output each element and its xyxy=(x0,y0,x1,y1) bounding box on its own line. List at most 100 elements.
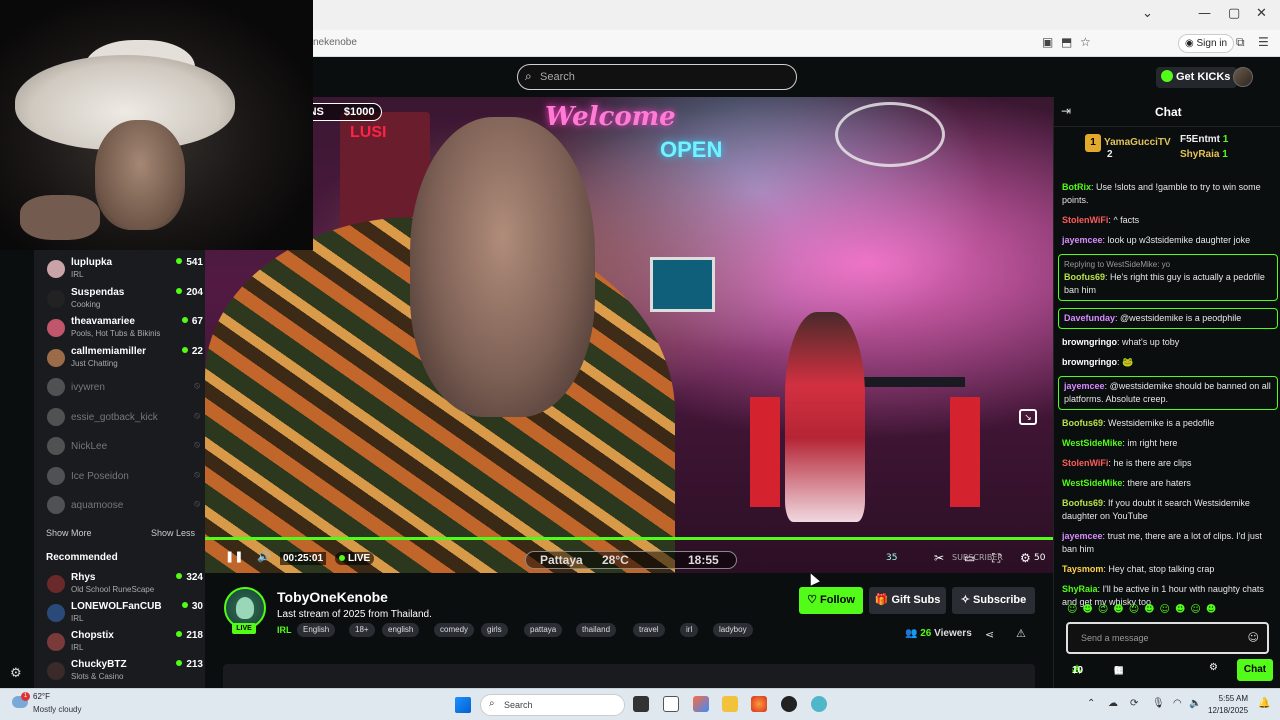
settings-gear-icon[interactable]: ⚙ xyxy=(10,666,22,681)
chat-username[interactable]: BotRix xyxy=(1062,182,1091,192)
bookmark-star-icon[interactable]: ☆ xyxy=(1080,35,1091,49)
report-warning-icon[interactable]: ⚠ xyxy=(1016,627,1026,640)
maximize-button[interactable]: ▢ xyxy=(1228,6,1240,21)
stream-progress-bar[interactable] xyxy=(205,537,1053,540)
chat-username[interactable]: Boofus69 xyxy=(1062,498,1103,508)
pause-icon[interactable]: ❚❚ xyxy=(225,550,243,563)
recommended-channel[interactable]: Chopstix IRL 218 xyxy=(45,630,203,658)
recommended-channel[interactable]: Rhys Old School RuneScape 324 xyxy=(45,572,203,600)
share-icon[interactable]: ⋖ xyxy=(985,628,994,641)
stream-tag[interactable]: ladyboy xyxy=(713,623,753,637)
player-settings-icon[interactable]: ⚙ xyxy=(1020,551,1031,565)
stream-tag[interactable]: girls xyxy=(481,623,508,637)
emote-bar[interactable]: ☺☻☺☻☺☻☺☻☺☻ xyxy=(1067,604,1272,618)
stream-tag[interactable]: thailand xyxy=(576,623,617,637)
extensions-icon[interactable]: ⧉ xyxy=(1236,35,1245,50)
stream-category[interactable]: IRL xyxy=(277,625,292,635)
minimize-button[interactable]: — xyxy=(1198,6,1211,21)
chat-username[interactable]: jayemcee xyxy=(1064,381,1105,391)
stream-tag[interactable]: 18+ xyxy=(349,623,375,637)
firefox-icon[interactable] xyxy=(751,696,767,712)
video-player[interactable]: LUSI Welcome OPEN IONS$1000 ↘ ❚❚ 🔊 00:25… xyxy=(205,97,1053,573)
emoji-icon[interactable]: ☺ xyxy=(1248,631,1259,644)
sidebar-channel[interactable]: callmemiamiller Just Chatting 22 xyxy=(45,346,203,374)
screenshot-icon[interactable]: ▣ xyxy=(1042,35,1053,49)
send-chat-button[interactable]: Chat xyxy=(1237,659,1273,681)
wifi-icon[interactable]: ◠ xyxy=(1173,698,1182,709)
copilot-icon[interactable] xyxy=(693,696,709,712)
chat-message[interactable]: Boofus69: If you doubt it search Westsid… xyxy=(1062,497,1274,523)
microphone-icon[interactable]: 🎙 xyxy=(1152,698,1165,709)
gift-subs-button[interactable]: 🎁 Gift Subs xyxy=(869,587,946,614)
chat-username[interactable]: browngringo xyxy=(1062,337,1117,347)
chat-username[interactable]: StolenWiFi xyxy=(1062,215,1108,225)
chat-message[interactable]: BotRix: Use !slots and !gamble to try to… xyxy=(1062,181,1274,207)
chat-message[interactable]: browngringo: what's up toby xyxy=(1062,336,1274,349)
save-page-icon[interactable]: ⬒ xyxy=(1061,35,1072,49)
chat-message[interactable]: Taysmom: Hey chat, stop talking crap xyxy=(1062,563,1274,576)
taskbar-clock[interactable]: 5:55 AM 12/18/2025 xyxy=(1208,693,1248,717)
sidebar-channel[interactable]: Ice Poseidon ⦸ xyxy=(45,464,203,492)
windows-start-icon[interactable] xyxy=(455,697,471,713)
chat-message[interactable]: StolenWiFi: ^ facts xyxy=(1062,214,1274,227)
show-more-button[interactable]: Show More xyxy=(46,528,92,538)
stream-tag[interactable]: travel xyxy=(633,623,665,637)
chat-username[interactable]: WestSideMike xyxy=(1062,478,1122,488)
stream-tag[interactable]: English xyxy=(297,623,336,637)
sidebar-channel[interactable]: ivywren ⦸ xyxy=(45,375,203,403)
sidebar-channel[interactable]: essie_gotback_kick ⦸ xyxy=(45,405,203,433)
clip-icon[interactable]: ✂ xyxy=(934,551,944,565)
sidebar-channel[interactable]: theavamariee Pools, Hot Tubs & Bikinis 67 xyxy=(45,316,203,344)
taskbar-search[interactable]: ⌕ Search xyxy=(480,694,625,716)
fullscreen-toggle-icon[interactable]: ⛶ xyxy=(992,551,1000,566)
sidebar-channel[interactable]: Suspendas Cooking 204 xyxy=(45,287,203,315)
app-icon[interactable] xyxy=(811,696,827,712)
chat-message[interactable]: WestSideMike: im right here xyxy=(1062,437,1274,450)
chat-message[interactable]: Boofus69: Westsidemike is a pedofile xyxy=(1062,417,1274,430)
stream-tag[interactable]: english xyxy=(382,623,420,637)
sidebar-channel[interactable]: NickLee ⦸ xyxy=(45,434,203,462)
url-field[interactable]: nekenobe xyxy=(313,37,357,48)
chat-username[interactable]: StolenWiFi xyxy=(1062,458,1108,468)
chat-message[interactable]: browngringo: 🐸 xyxy=(1062,356,1274,369)
recommended-channel[interactable]: LONEWOLFanCUB IRL 30 xyxy=(45,601,203,629)
tab-list-chevron-icon[interactable]: ⌄ xyxy=(1142,6,1153,21)
live-indicator[interactable]: LIVE xyxy=(335,552,375,565)
chat-settings-icon[interactable]: ⚙ xyxy=(1209,662,1218,673)
chat-username[interactable]: Taysmom xyxy=(1062,564,1103,574)
obs-icon[interactable] xyxy=(781,696,797,712)
chat-username[interactable]: WestSideMike xyxy=(1062,438,1122,448)
get-kicks-button[interactable]: Get KICKs xyxy=(1156,67,1238,88)
chat-username[interactable]: Davefunday xyxy=(1064,313,1115,323)
tray-app-icon[interactable]: ☁ xyxy=(1108,698,1118,709)
menu-icon[interactable]: ☰ xyxy=(1258,35,1269,49)
theater-mode-icon[interactable]: ↘ xyxy=(1019,409,1037,425)
stream-tag[interactable]: irl xyxy=(680,623,699,637)
miniplayer-icon[interactable]: ▭ xyxy=(964,551,975,565)
chat-username[interactable]: Boofus69 xyxy=(1064,272,1105,282)
sidebar-channel[interactable]: luplupka IRL 541 xyxy=(45,257,203,285)
chat-username[interactable]: browngringo xyxy=(1062,357,1117,367)
task-view-icon[interactable] xyxy=(633,696,649,712)
chat-message[interactable]: Davefunday: @westsidemike is a peodphile xyxy=(1058,308,1278,329)
chat-message[interactable]: StolenWiFi: he is there are clips xyxy=(1062,457,1274,470)
follow-button[interactable]: ♡ Follow xyxy=(799,587,863,614)
chat-message-input[interactable]: Send a message ☺ xyxy=(1066,622,1269,654)
streamer-name[interactable]: TobyOneKenobe xyxy=(277,589,388,605)
chat-message[interactable]: WestSideMike: there are haters xyxy=(1062,477,1274,490)
speaker-icon[interactable]: 🔈 xyxy=(1189,698,1201,709)
tray-overflow-chevron-icon[interactable]: ⌃ xyxy=(1087,698,1095,709)
chat-message[interactable]: jayemcee: @westsidemike should be banned… xyxy=(1058,376,1278,410)
sign-in-button[interactable]: ◉ Sign in xyxy=(1178,34,1235,53)
chat-username[interactable]: ShyRaia xyxy=(1062,584,1098,594)
chat-message[interactable]: Replying to WestSideMike: yo Boofus69: He… xyxy=(1058,254,1278,301)
volume-icon[interactable]: 🔊 xyxy=(257,550,271,563)
recommended-channel[interactable]: ChuckyBTZ Slots & Casino 213 xyxy=(45,659,203,687)
chat-username[interactable]: jayemcee xyxy=(1062,531,1103,541)
stream-tag[interactable]: comedy xyxy=(434,623,475,637)
user-avatar[interactable] xyxy=(1233,67,1253,87)
show-less-button[interactable]: Show Less xyxy=(151,528,195,538)
stream-tag[interactable]: pattaya xyxy=(524,623,563,637)
notifications-icon[interactable]: 🔔 xyxy=(1258,698,1270,709)
collapse-chat-icon[interactable]: ⇥ xyxy=(1061,104,1071,118)
